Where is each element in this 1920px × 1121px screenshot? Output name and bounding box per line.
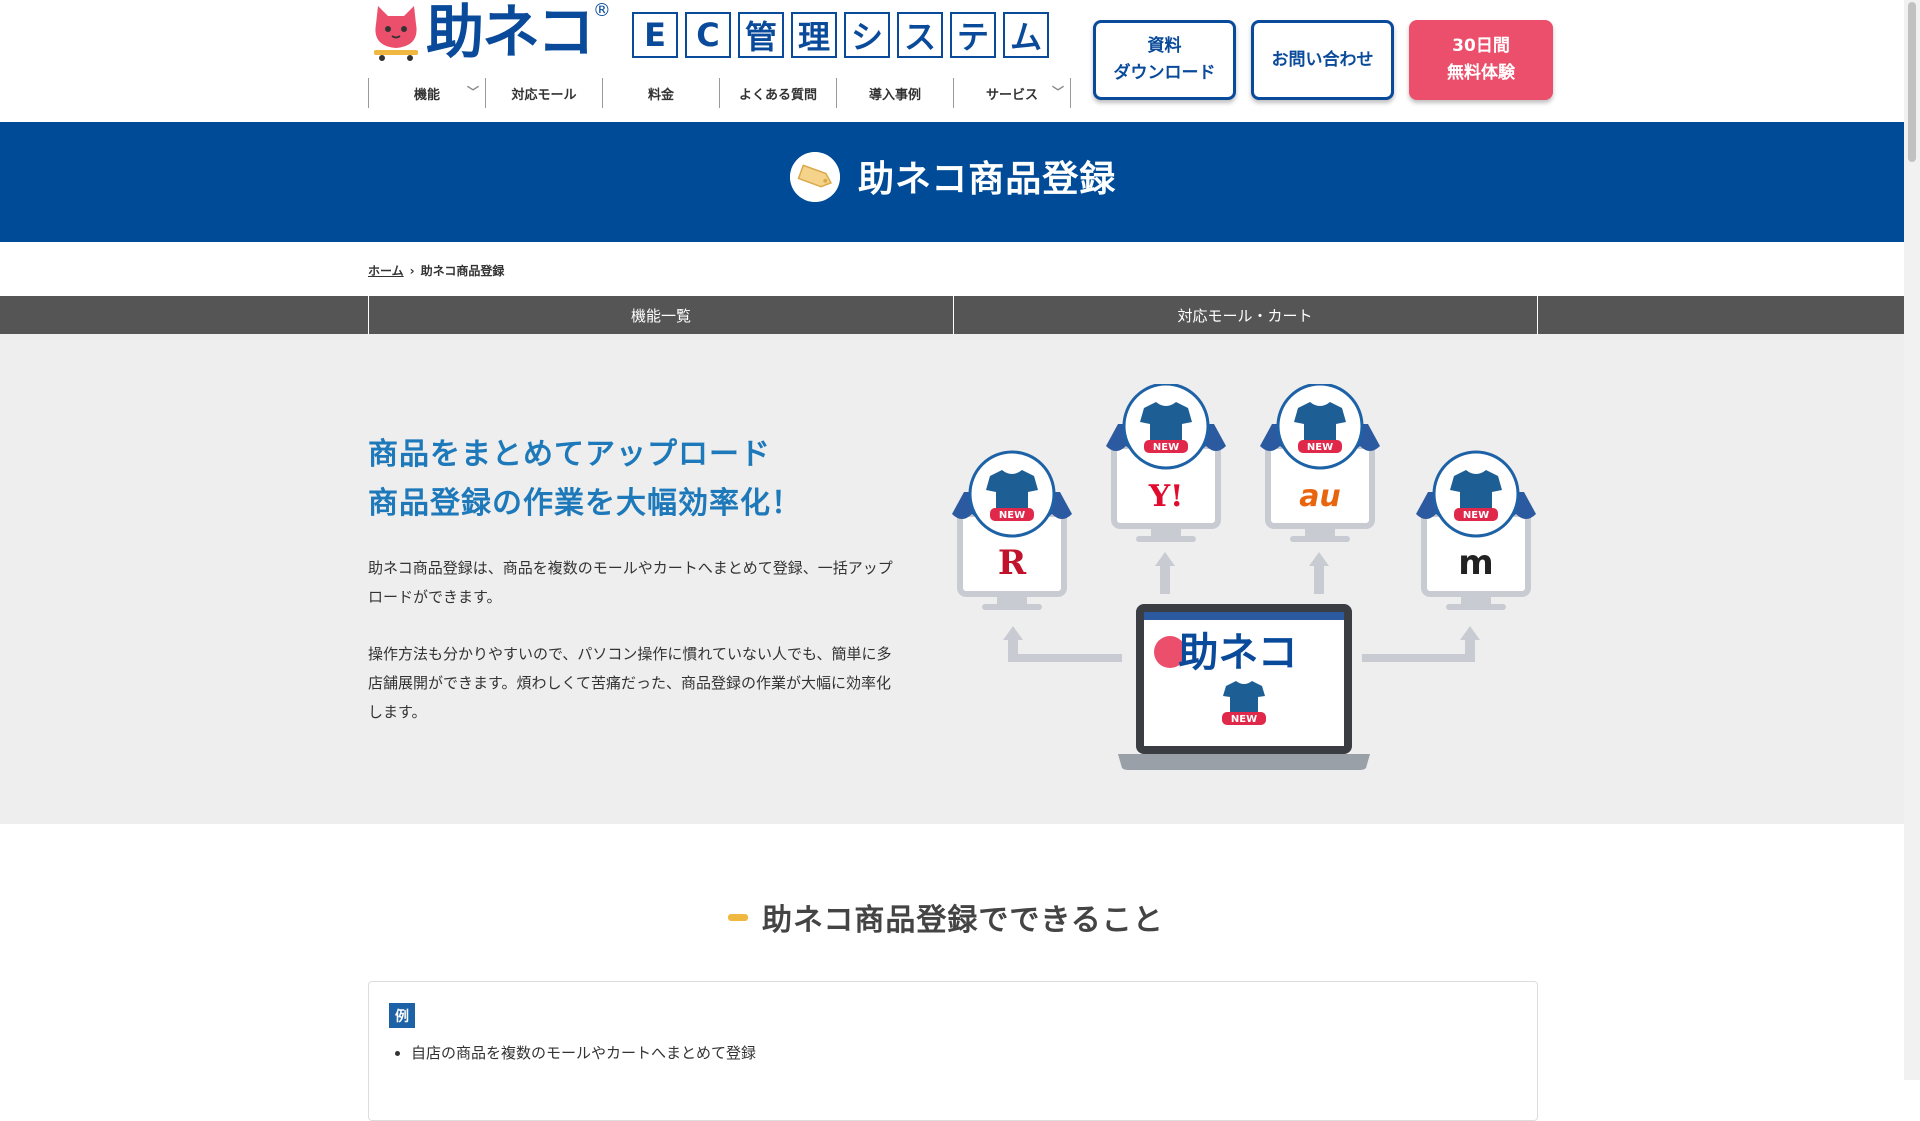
intro-heading-line: 商品をまとめてアップロード xyxy=(368,437,771,472)
list-item: 自店の商品を複数のモールやカートへまとめて登録 xyxy=(411,1042,756,1063)
nav-label: 機能 xyxy=(413,87,440,103)
nav-item-features[interactable]: 機能 ﹀ xyxy=(368,78,485,108)
breadcrumb-current: 助ネコ商品登録 xyxy=(420,264,505,278)
chevron-down-icon: ﹀ xyxy=(1051,85,1064,99)
intro-heading-line: 商品登録の作業を大幅効率化！ xyxy=(368,486,802,521)
example-box: 例 自店の商品を複数のモールやカートへまとめて登録 xyxy=(368,981,1538,1121)
section-heading: 助ネコ商品登録でできること xyxy=(728,895,1164,939)
breadcrumb: ホーム › 助ネコ商品登録 xyxy=(368,262,504,279)
svg-text:助ネコ: 助ネコ xyxy=(1178,630,1297,676)
free-trial-button[interactable]: 30日間 無料体験 xyxy=(1409,20,1553,100)
example-badge: 例 xyxy=(389,1003,415,1028)
nav-label: 導入事例 xyxy=(868,87,921,103)
registered-mark: ® xyxy=(592,0,611,21)
logo-text: 助ネコ xyxy=(426,0,595,66)
nav-label: 料金 xyxy=(647,87,674,103)
tab-supported-malls[interactable]: 対応モール・カート xyxy=(953,296,1538,334)
cat-mascot-icon xyxy=(374,6,418,61)
price-tag-icon xyxy=(790,152,840,202)
ec-title-char: 理 xyxy=(791,12,837,58)
nav-item-pricing[interactable]: 料金 xyxy=(602,78,719,108)
svg-text:R: R xyxy=(998,543,1027,583)
nav-item-faq[interactable]: よくある質問 xyxy=(719,78,836,108)
nav-item-services[interactable]: サービス ﹀ xyxy=(953,78,1071,108)
tab-feature-list[interactable]: 機能一覧 xyxy=(368,296,954,334)
svg-text:au: au xyxy=(1299,479,1341,514)
page-scrollbar[interactable] xyxy=(1904,0,1920,1080)
scrollbar-thumb[interactable] xyxy=(1908,2,1916,162)
breadcrumb-home-link[interactable]: ホーム xyxy=(368,262,404,279)
intro-paragraph: 助ネコ商品登録は、商品を複数のモールやカートへまとめて登録、一括アップロードがで… xyxy=(368,559,893,606)
section-title: 助ネコ商品登録でできること xyxy=(762,903,1164,938)
site-logo[interactable]: 助ネコ ® xyxy=(368,0,611,66)
chevron-down-icon: ﹀ xyxy=(466,85,479,99)
ec-title-char: ム xyxy=(1003,12,1049,58)
page-banner: 助ネコ商品登録 xyxy=(0,122,1904,242)
multi-store-upload-illustration: NEW R Y! au m 助ネコ NEW xyxy=(950,384,1540,770)
main-nav: 機能 ﹀ 対応モール 料金 よくある質問 導入事例 サービス ﹀ xyxy=(368,78,1071,108)
chevron-right-icon: › xyxy=(409,263,415,278)
contact-button[interactable]: お問い合わせ xyxy=(1251,20,1394,100)
svg-text:NEW: NEW xyxy=(1231,714,1257,725)
intro-heading: 商品をまとめてアップロード 商品登録の作業を大幅効率化！ xyxy=(368,430,802,528)
ec-system-title: E C 管 理 シ ス テ ム xyxy=(632,12,1049,58)
site-header: 助ネコ ® E C 管 理 シ ス テ ム 機能 ﹀ 対応モール 料金 よくある… xyxy=(0,0,1904,123)
ec-title-char: シ xyxy=(844,12,890,58)
ec-title-char: 管 xyxy=(738,12,784,58)
nav-label: よくある質問 xyxy=(738,87,817,103)
nav-label: 対応モール xyxy=(511,87,577,103)
example-list: 自店の商品を複数のモールやカートへまとめて登録 xyxy=(411,1042,756,1063)
heading-accent-bar xyxy=(728,913,748,921)
ec-title-char: ス xyxy=(897,12,943,58)
nav-item-cases[interactable]: 導入事例 xyxy=(836,78,953,108)
intro-section: 商品をまとめてアップロード 商品登録の作業を大幅効率化！ 助ネコ商品登録は、商品… xyxy=(0,334,1904,824)
nav-item-malls[interactable]: 対応モール xyxy=(485,78,602,108)
ec-title-char: E xyxy=(632,12,678,58)
ec-title-char: C xyxy=(685,12,731,58)
svg-text:Y!: Y! xyxy=(1148,479,1184,514)
nav-label: サービス xyxy=(985,87,1038,103)
page-title: 助ネコ商品登録 xyxy=(858,159,1117,200)
svg-text:m: m xyxy=(1458,543,1493,583)
sub-navigation: 機能一覧 対応モール・カート xyxy=(0,296,1904,334)
document-download-button[interactable]: 資料 ダウンロード xyxy=(1093,20,1236,100)
ec-title-char: テ xyxy=(950,12,996,58)
intro-paragraph: 操作方法も分かりやすいので、パソコン操作に慣れていない人でも、簡単に多店舗展開が… xyxy=(368,645,892,721)
